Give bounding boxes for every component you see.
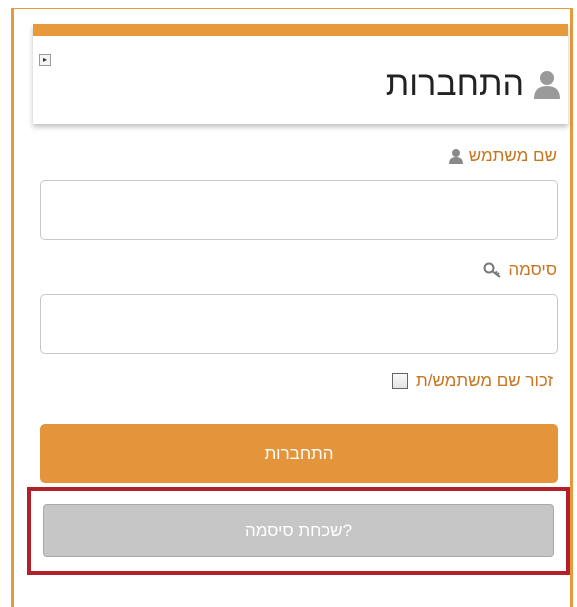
remember-checkbox[interactable] (391, 373, 408, 389)
user-icon (448, 149, 463, 164)
username-label: שם משתמש (448, 146, 557, 166)
page-title-group: התחברות (386, 60, 562, 108)
forgot-password-highlight: שכחת סיסמה? (27, 487, 570, 575)
remember-label: זכור שם משתמש/ת (415, 371, 553, 390)
collapse-button[interactable]: ▸ (39, 54, 51, 66)
forgot-password-button[interactable]: שכחת סיסמה? (43, 504, 554, 557)
header-accent-bar (33, 24, 568, 36)
key-icon (483, 262, 501, 278)
chevron-right-icon: ▸ (42, 55, 47, 64)
username-field[interactable] (40, 180, 558, 240)
login-button[interactable]: התחברות (40, 424, 558, 483)
password-field[interactable] (40, 294, 558, 354)
username-label-text: שם משתמש (468, 146, 557, 165)
user-icon (534, 71, 560, 99)
remember-username: זכור שם משתמש/ת (391, 371, 553, 391)
password-label-text: סיסמה (508, 260, 557, 279)
page-title: התחברות (385, 64, 524, 103)
password-label: סיסמה (483, 260, 557, 280)
login-header: ▸ התחברות (33, 24, 568, 124)
